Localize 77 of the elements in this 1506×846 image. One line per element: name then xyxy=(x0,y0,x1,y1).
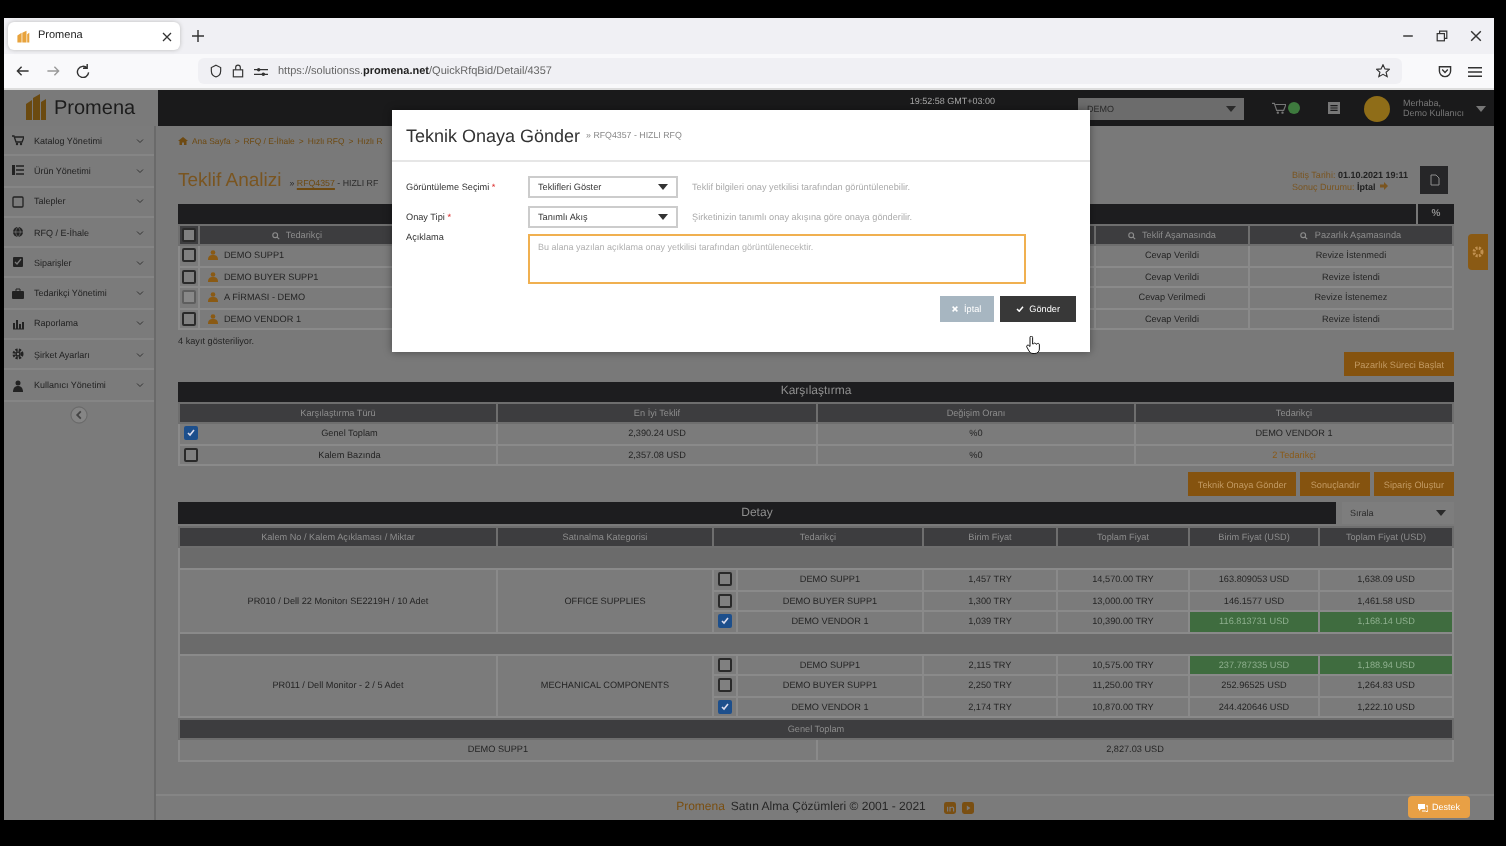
chevron-icon xyxy=(135,320,144,327)
star-icon xyxy=(1376,64,1390,78)
back-arrow-icon xyxy=(16,64,30,78)
gear-icon xyxy=(12,348,24,361)
search-icon xyxy=(1300,231,1309,240)
avatar[interactable] xyxy=(1364,95,1391,121)
logo-icon xyxy=(16,29,30,43)
chevron-icon xyxy=(135,259,144,266)
checkbox[interactable] xyxy=(184,426,199,441)
chevron-icon xyxy=(135,198,144,205)
caret-icon xyxy=(1226,105,1237,111)
checked-square-icon xyxy=(12,256,24,269)
close-icon xyxy=(1470,30,1482,42)
checkbox[interactable] xyxy=(717,657,732,672)
check-icon xyxy=(1015,306,1024,312)
logo-icon xyxy=(24,94,48,122)
document-button[interactable] xyxy=(1420,166,1448,194)
caret-icon xyxy=(1476,105,1486,111)
checkbox[interactable] xyxy=(181,311,196,326)
caret-icon xyxy=(1436,510,1446,516)
checkbox[interactable] xyxy=(717,572,732,587)
user-icon xyxy=(12,379,24,392)
checkbox[interactable] xyxy=(717,699,732,714)
page-title: Teklif Analizi xyxy=(177,169,282,191)
square-icon xyxy=(12,195,24,208)
checkbox[interactable] xyxy=(181,228,196,242)
close-icon xyxy=(162,31,172,41)
checkbox[interactable] xyxy=(717,593,732,608)
checkbox[interactable] xyxy=(717,678,732,693)
checkbox[interactable] xyxy=(717,614,732,629)
person-icon xyxy=(207,271,218,282)
close-icon xyxy=(951,306,958,312)
rounded-square-icon xyxy=(943,802,956,814)
briefcase-icon xyxy=(12,287,24,300)
cart-icon xyxy=(12,134,24,147)
logo-text: Promena xyxy=(54,97,136,119)
bar-chart-icon xyxy=(12,317,24,330)
minimize-icon xyxy=(1402,30,1414,42)
settings-tab[interactable] xyxy=(1467,234,1488,270)
person-icon xyxy=(207,313,218,324)
chevron-icon xyxy=(135,382,144,389)
chevron-icon xyxy=(135,351,144,358)
chevron-icon xyxy=(135,137,144,144)
play-icon xyxy=(961,802,974,814)
chevron-icon xyxy=(135,290,144,297)
chevron-icon xyxy=(135,167,144,174)
caret-icon xyxy=(658,214,668,220)
restore-icon xyxy=(1436,30,1448,42)
pocket-icon xyxy=(1438,64,1452,78)
checkbox[interactable] xyxy=(181,248,196,263)
chat-icon xyxy=(1417,803,1428,811)
chevron-icon xyxy=(135,229,144,236)
plus-icon xyxy=(192,30,204,42)
arrow-icon xyxy=(1379,182,1388,190)
menu-icon xyxy=(1468,65,1482,77)
checkbox[interactable] xyxy=(184,447,199,462)
dialog-title: Teknik Onaya Gönder xyxy=(406,125,581,145)
notification-badge xyxy=(1288,102,1301,114)
home-icon xyxy=(177,136,188,146)
search-icon xyxy=(1127,231,1136,240)
cart-icon xyxy=(1272,102,1287,114)
shield-icon xyxy=(210,64,222,78)
forward-arrow-icon xyxy=(46,64,60,78)
document-icon xyxy=(1429,174,1439,186)
checkbox[interactable] xyxy=(181,269,196,284)
list-icon xyxy=(12,164,24,177)
gear-icon xyxy=(1471,246,1484,258)
reload-icon xyxy=(76,64,90,78)
globe-icon xyxy=(12,226,24,239)
lock-icon xyxy=(232,64,244,78)
sliders-icon xyxy=(254,65,268,77)
person-icon xyxy=(207,250,218,261)
person-icon xyxy=(207,292,218,303)
caret-icon xyxy=(658,184,668,190)
collapse-button[interactable] xyxy=(69,406,88,425)
search-icon xyxy=(271,231,280,240)
list-icon xyxy=(1328,102,1341,114)
